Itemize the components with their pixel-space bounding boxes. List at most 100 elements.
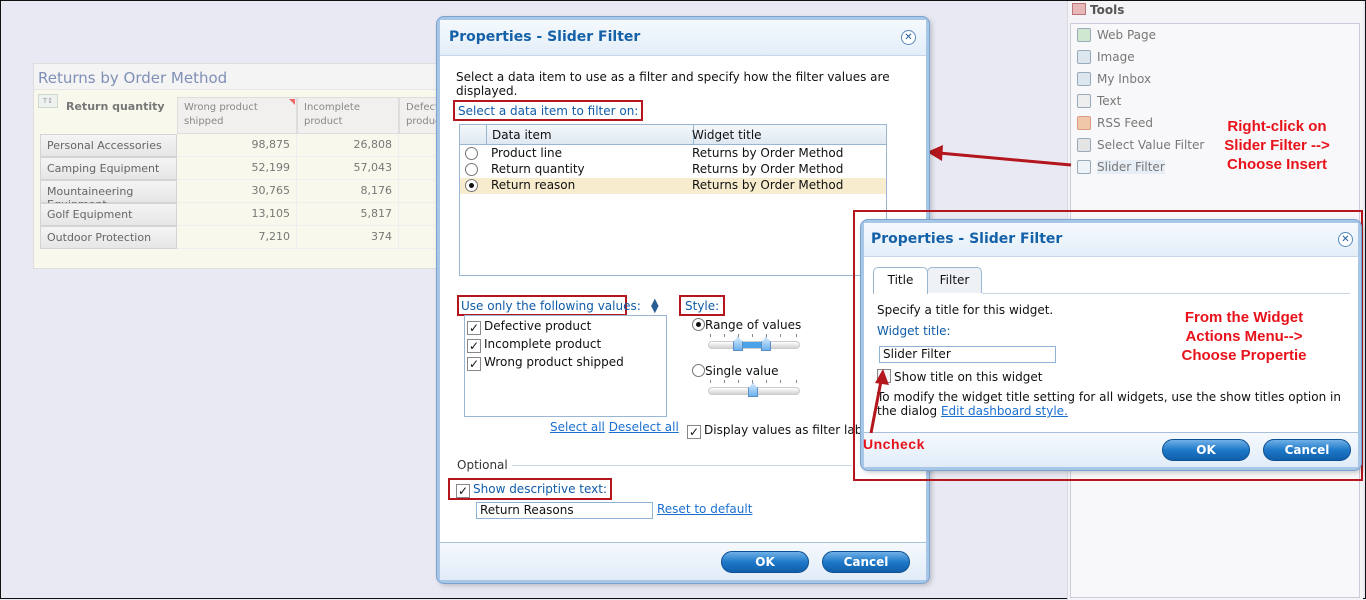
dialog-footer: OK Cancel xyxy=(440,542,926,580)
cancel-button[interactable]: Cancel xyxy=(822,551,910,573)
optional-divider xyxy=(512,465,852,466)
close-icon[interactable]: ✕ xyxy=(901,30,916,45)
value-checkbox[interactable]: ✓ xyxy=(467,357,481,371)
column-header-data-item: Data item xyxy=(492,128,552,142)
annotation-arrow-uncheck xyxy=(869,369,889,434)
tab-filter[interactable]: Filter xyxy=(927,267,982,293)
table-cell: 13,105 xyxy=(177,203,297,226)
column-header[interactable]: Incomplete product xyxy=(297,97,399,134)
inbox-icon xyxy=(1077,72,1091,86)
radio-button[interactable] xyxy=(465,147,478,160)
select-all-link[interactable]: Select all xyxy=(550,420,605,434)
dialog-footer: OK Cancel xyxy=(864,432,1358,467)
tool-item-my-inbox[interactable]: My Inbox xyxy=(1077,72,1151,90)
show-title-option[interactable]: Show title on this widget xyxy=(877,369,1042,384)
table-cell: 30,765 xyxy=(177,180,297,203)
table-cell xyxy=(399,157,439,180)
range-slider-thumb-low xyxy=(733,337,743,351)
row-header[interactable]: Mountaineering Equipment xyxy=(40,180,177,211)
table-cell: 8,176 xyxy=(297,180,399,203)
row-header[interactable]: Outdoor Protection xyxy=(40,226,177,249)
show-descriptive-checkbox[interactable]: ✓ xyxy=(456,484,470,498)
title-instruction: Specify a title for this widget. xyxy=(877,303,1054,317)
radio-range[interactable] xyxy=(692,318,705,331)
widget-title-label: Widget title: xyxy=(877,324,951,338)
image-icon xyxy=(1077,50,1091,64)
dialog-title-bar: Properties - Slider Filter ✕ xyxy=(864,223,1358,257)
show-descriptive-option[interactable]: ✓ Show descriptive text: xyxy=(456,482,607,498)
list-item[interactable]: Return reason Returns by Order Method xyxy=(460,178,886,194)
tab-title[interactable]: Title xyxy=(873,267,928,294)
annotation-uncheck: Uncheck xyxy=(863,436,925,452)
row-header[interactable]: Personal Accessories xyxy=(40,134,177,157)
table-cell: 7,210 xyxy=(177,226,297,249)
table-cell xyxy=(399,180,439,203)
radio-button[interactable] xyxy=(465,179,478,192)
descriptive-text-input[interactable]: Return Reasons xyxy=(476,502,653,519)
text-icon xyxy=(1077,94,1091,108)
dialog-title-bar: Properties - Slider Filter ✕ xyxy=(440,20,926,56)
value-option[interactable]: ✓ Wrong product shipped xyxy=(467,355,624,371)
crosstab-swap-icon[interactable]: T↕ xyxy=(38,94,58,108)
value-option[interactable]: ✓ Defective product xyxy=(467,319,591,335)
value-checkbox[interactable]: ✓ xyxy=(467,339,481,353)
display-values-option[interactable]: ✓ Display values as filter labels xyxy=(687,423,879,439)
table-cell: 26,808 xyxy=(297,134,399,157)
table-cell: 52,199 xyxy=(177,157,297,180)
table-cell: 57,043 xyxy=(297,157,399,180)
data-item-name: Return quantity xyxy=(491,162,585,176)
annotation-widget-actions: From the Widget Actions Menu--> Choose P… xyxy=(1181,309,1307,364)
data-item-table: Data item Widget title Product line Retur… xyxy=(459,124,887,276)
annotation-arrow-insert xyxy=(927,145,1072,167)
rss-feed-icon xyxy=(1077,116,1091,130)
dialog-title: Properties - Slider Filter xyxy=(449,29,641,45)
list-item[interactable]: Return quantity Returns by Order Method xyxy=(460,162,886,178)
data-item-name: Product line xyxy=(491,146,563,160)
annotation-right-click: Right-click on Slider Filter --> Choose … xyxy=(1224,118,1330,173)
tool-item-text[interactable]: Text xyxy=(1077,94,1121,112)
select-links: Select all Deselect all xyxy=(550,420,679,434)
style-option-range[interactable]: Range of values xyxy=(692,318,801,332)
column-header[interactable]: Wrong product shipped xyxy=(177,97,297,134)
report-widget: Returns by Order Method T↕ Return quanti… xyxy=(33,63,439,269)
close-icon[interactable]: ✕ xyxy=(1338,232,1353,247)
list-item[interactable]: Product line Returns by Order Method xyxy=(460,146,886,162)
value-option[interactable]: ✓ Incomplete product xyxy=(467,337,601,353)
ok-button[interactable]: OK xyxy=(1162,439,1250,461)
edit-dashboard-style-link[interactable]: Edit dashboard style. xyxy=(941,404,1068,418)
reset-to-default-link[interactable]: Reset to default xyxy=(657,502,752,516)
tool-item-slider-filter[interactable]: Slider Filter xyxy=(1077,160,1165,178)
range-slider-preview xyxy=(708,332,800,352)
dialog-instructions: Select a data item to use as a filter an… xyxy=(456,70,890,98)
value-checkbox[interactable]: ✓ xyxy=(467,321,481,335)
style-option-single[interactable]: Single value xyxy=(692,364,778,378)
widget-title-input[interactable]: Slider Filter xyxy=(879,346,1056,363)
table-cell xyxy=(399,226,439,249)
deselect-all-link[interactable]: Deselect all xyxy=(609,420,679,434)
title-note: To modify the widget title setting for a… xyxy=(877,390,1341,418)
display-values-checkbox[interactable]: ✓ xyxy=(687,425,701,439)
optional-label: Optional xyxy=(457,458,508,472)
single-slider-preview xyxy=(708,378,800,398)
table-cell: 5,817 xyxy=(297,203,399,226)
row-header[interactable]: Golf Equipment xyxy=(40,203,177,226)
tool-item-rss-feed[interactable]: RSS Feed xyxy=(1077,116,1153,134)
sort-indicator-icon xyxy=(289,99,295,105)
tool-item-web-page[interactable]: Web Page xyxy=(1077,28,1156,46)
row-header[interactable]: Camping Equipment xyxy=(40,157,177,180)
column-header[interactable]: Defective product xyxy=(399,97,439,134)
table-cell: 374 xyxy=(297,226,399,249)
data-item-name: Return reason xyxy=(491,178,576,192)
values-list: ✓ Defective product ✓ Incomplete product ✓ Wr… xyxy=(464,315,667,417)
tool-item-select-value-filter[interactable]: Select Value Filter xyxy=(1077,138,1204,156)
ok-button[interactable]: OK xyxy=(721,551,809,573)
cancel-button[interactable]: Cancel xyxy=(1263,439,1351,461)
sort-arrows-icon[interactable]: ▲ ▼ xyxy=(651,298,659,315)
tool-item-image[interactable]: Image xyxy=(1077,50,1135,68)
tab-divider xyxy=(982,293,1350,294)
column-header-widget-title: Widget title xyxy=(692,128,762,142)
data-item-widget-title: Returns by Order Method xyxy=(692,146,844,160)
data-item-widget-title: Returns by Order Method xyxy=(692,178,844,192)
radio-single[interactable] xyxy=(692,364,705,377)
radio-button[interactable] xyxy=(465,163,478,176)
